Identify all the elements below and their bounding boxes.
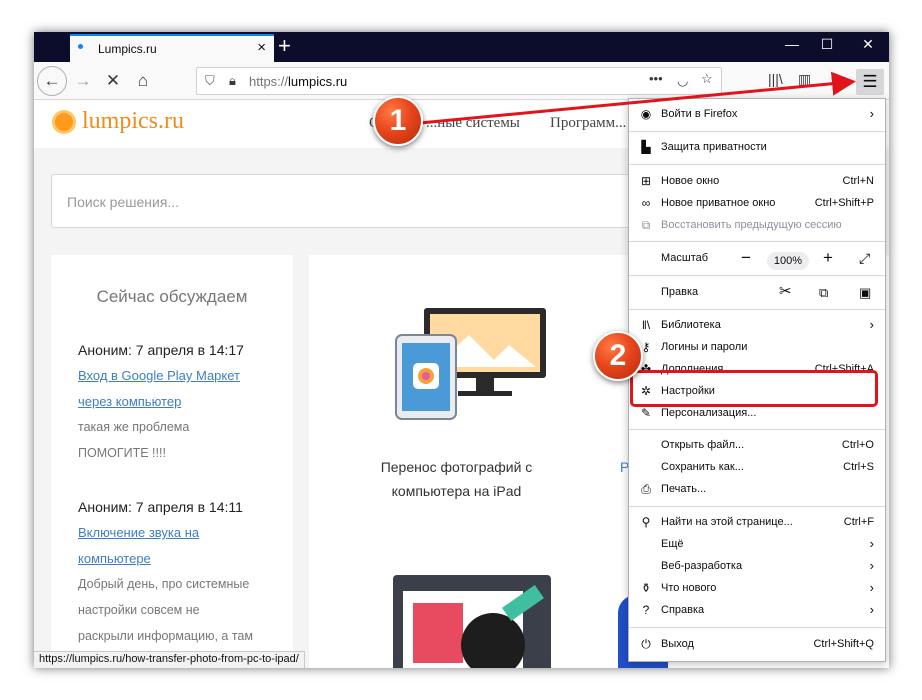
settings-highlight-frame: [630, 370, 878, 407]
screenshot-stage: Lumpics.ru × + — ☐ ✕ ← → ✕ ⌂ ⛉ 🔒︎ https:…: [0, 0, 922, 700]
step-badge-1: 1: [373, 96, 423, 146]
step-badge-2: 2: [593, 331, 643, 381]
annotation-arrow: [419, 71, 856, 125]
